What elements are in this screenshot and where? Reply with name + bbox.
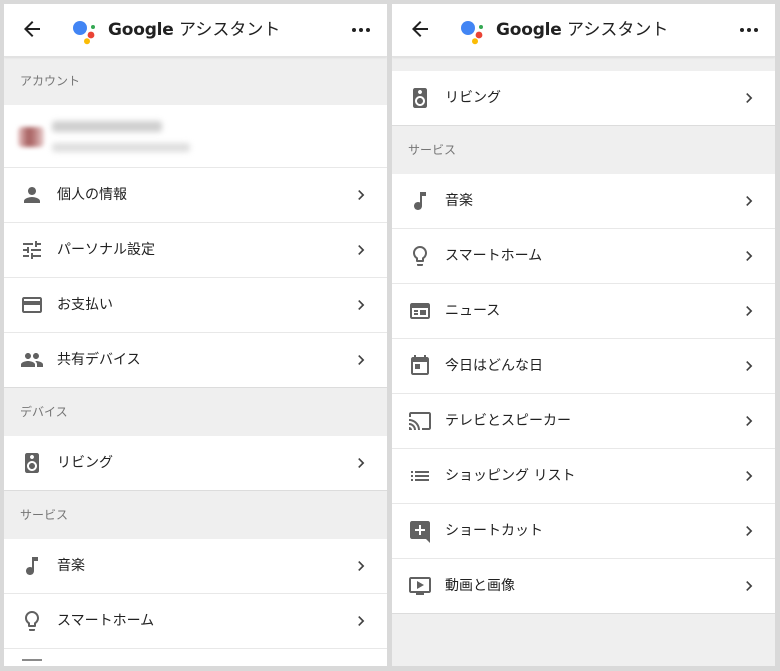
lightbulb-icon xyxy=(413,246,427,266)
list-item-music[interactable]: 音楽 xyxy=(4,539,387,593)
list-item-label: リビング xyxy=(445,90,501,106)
list-item-music[interactable]: 音楽 xyxy=(392,174,775,228)
google-assistant-logo-icon xyxy=(461,21,483,45)
list-item-label: 音楽 xyxy=(445,193,473,209)
app-title-brand: Google xyxy=(108,20,174,40)
account-name-redacted xyxy=(52,121,162,132)
list-item-living-room[interactable]: リビング xyxy=(4,436,387,490)
list-item-label: テレビとスピーカー xyxy=(445,413,571,429)
news-icon xyxy=(410,303,430,319)
list-item-label: ショートカット xyxy=(445,523,543,539)
list-item-payments[interactable]: お支払い xyxy=(4,277,387,332)
chevron-right-icon xyxy=(358,355,365,365)
list-item-smart-home[interactable]: スマートホーム xyxy=(4,593,387,648)
calendar-icon xyxy=(411,355,429,375)
list-item-news[interactable]: ニュース xyxy=(392,283,775,338)
list-item-living-room[interactable]: リビング xyxy=(392,71,775,125)
list-item-label: 音楽 xyxy=(57,558,85,574)
list-item-shopping-list[interactable]: ショッピング リスト xyxy=(392,448,775,503)
devices-group: リビング xyxy=(4,436,387,491)
list-item-label: ニュース xyxy=(445,303,501,319)
list-item-my-day[interactable]: 今日はどんな日 xyxy=(392,338,775,393)
account-group: 個人の情報 パーソナル設定 お支払い 共有デバイス xyxy=(4,105,387,388)
chevron-right-icon xyxy=(746,581,753,591)
list-item-label: お支払い xyxy=(57,297,113,313)
list-item-personalization[interactable]: パーソナル設定 xyxy=(4,222,387,277)
avatar xyxy=(18,127,44,147)
services-group: 音楽 スマートホーム xyxy=(4,539,387,666)
video-icon xyxy=(409,577,431,595)
list-item-label: 動画と画像 xyxy=(445,578,515,594)
left-screen: Google アシスタント アカウント 個人の情報 パーソナル設定 お支払い 共… xyxy=(4,4,387,666)
chevron-right-icon xyxy=(746,196,753,206)
list-item-cut-off[interactable] xyxy=(4,648,387,666)
list-icon xyxy=(411,471,429,481)
list-item-label: ショッピング リスト xyxy=(445,468,576,484)
section-header-services: サービス xyxy=(4,491,387,539)
devices-group: リビング xyxy=(392,71,775,126)
account-row[interactable] xyxy=(4,105,387,167)
chevron-right-icon xyxy=(746,526,753,536)
app-bar: Google アシスタント xyxy=(392,4,775,57)
app-title-brand: Google xyxy=(496,20,562,40)
list-item-label: スマートホーム xyxy=(57,613,155,629)
chevron-right-icon xyxy=(746,93,753,103)
chevron-right-icon xyxy=(358,245,365,255)
list-item-label: 共有デバイス xyxy=(57,352,141,368)
back-arrow-icon[interactable] xyxy=(20,17,44,41)
speaker-icon xyxy=(413,88,427,108)
more-options-icon[interactable] xyxy=(737,18,761,42)
chevron-right-icon xyxy=(358,190,365,200)
list-item-label: 個人の情報 xyxy=(57,187,127,203)
speaker-icon xyxy=(25,453,39,473)
shortcut-add-icon xyxy=(410,521,430,543)
chevron-right-icon xyxy=(746,361,753,371)
news-icon xyxy=(22,659,42,661)
services-group: 音楽 スマートホーム ニュース 今日はどんな日 テレビとスピーカー ショッピング… xyxy=(392,174,775,614)
list-item-label: リビング xyxy=(57,455,113,471)
list-item-shared-devices[interactable]: 共有デバイス xyxy=(4,332,387,387)
lightbulb-icon xyxy=(25,611,39,631)
list-item-personal-info[interactable]: 個人の情報 xyxy=(4,167,387,222)
back-arrow-icon[interactable] xyxy=(408,17,432,41)
cast-icon xyxy=(409,412,431,430)
chevron-right-icon xyxy=(746,306,753,316)
section-header-account: アカウント xyxy=(4,57,387,105)
list-item-label: スマートホーム xyxy=(445,248,543,264)
app-title: Google アシスタント xyxy=(496,19,668,41)
credit-card-icon xyxy=(22,297,42,313)
scroll-spacer xyxy=(392,57,775,71)
google-assistant-logo-icon xyxy=(73,21,95,45)
music-note-icon xyxy=(414,192,426,210)
more-options-icon[interactable] xyxy=(349,18,373,42)
account-email-redacted xyxy=(52,143,190,152)
list-item-label: 今日はどんな日 xyxy=(445,358,543,374)
chevron-right-icon xyxy=(746,416,753,426)
chevron-right-icon xyxy=(746,471,753,481)
app-title-rest: アシスタント xyxy=(173,20,281,40)
music-note-icon xyxy=(26,557,38,575)
chevron-right-icon xyxy=(358,300,365,310)
people-icon xyxy=(21,353,43,367)
list-item-shortcuts[interactable]: ショートカット xyxy=(392,503,775,558)
app-title-rest: アシスタント xyxy=(561,20,669,40)
section-header-devices: デバイス xyxy=(4,388,387,436)
app-bar: Google アシスタント xyxy=(4,4,387,57)
chevron-right-icon xyxy=(358,616,365,626)
right-screen: Google アシスタント リビング サービス 音楽 スマートホーム ニュース … xyxy=(392,4,775,666)
app-title: Google アシスタント xyxy=(108,19,280,41)
chevron-right-icon xyxy=(358,561,365,571)
chevron-right-icon xyxy=(358,458,365,468)
tune-icon xyxy=(23,241,41,259)
section-header-services: サービス xyxy=(392,126,775,174)
list-item-videos-photos[interactable]: 動画と画像 xyxy=(392,558,775,613)
list-item-tv-speakers[interactable]: テレビとスピーカー xyxy=(392,393,775,448)
chevron-right-icon xyxy=(746,251,753,261)
list-item-smart-home[interactable]: スマートホーム xyxy=(392,228,775,283)
person-icon xyxy=(24,187,40,203)
list-item-label: パーソナル設定 xyxy=(57,242,155,258)
